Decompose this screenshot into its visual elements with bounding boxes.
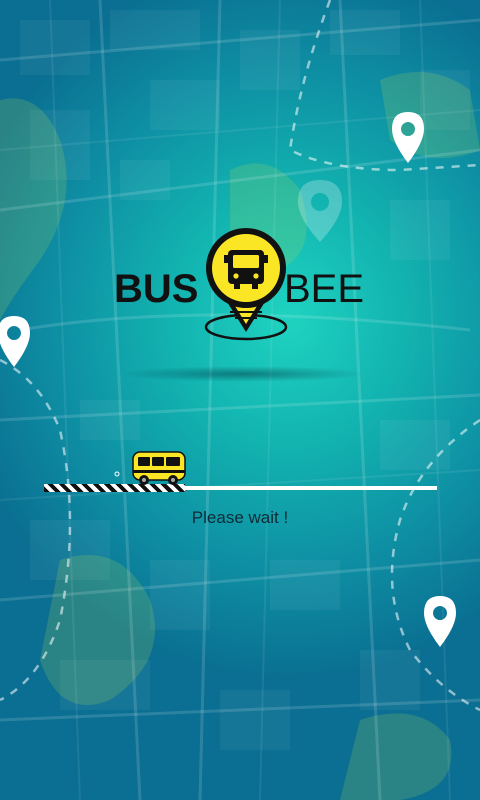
loading-message: Please wait ! xyxy=(191,508,289,527)
splash-screen: BUS BEE Please wait ! xyxy=(0,0,480,800)
bus-icon xyxy=(224,250,268,289)
logo-shadow xyxy=(118,366,368,382)
map-background xyxy=(0,0,480,800)
busbee-logo: BUS BEE xyxy=(114,228,364,341)
progress-bus-icon xyxy=(114,451,186,485)
loading-progress-bar xyxy=(44,484,437,492)
brand-left-text: BUS xyxy=(114,267,198,311)
location-pin-icon xyxy=(424,596,456,647)
location-pin-icon xyxy=(0,316,30,367)
location-pin-icon xyxy=(392,112,424,163)
brand-right-text: BEE xyxy=(284,267,364,311)
